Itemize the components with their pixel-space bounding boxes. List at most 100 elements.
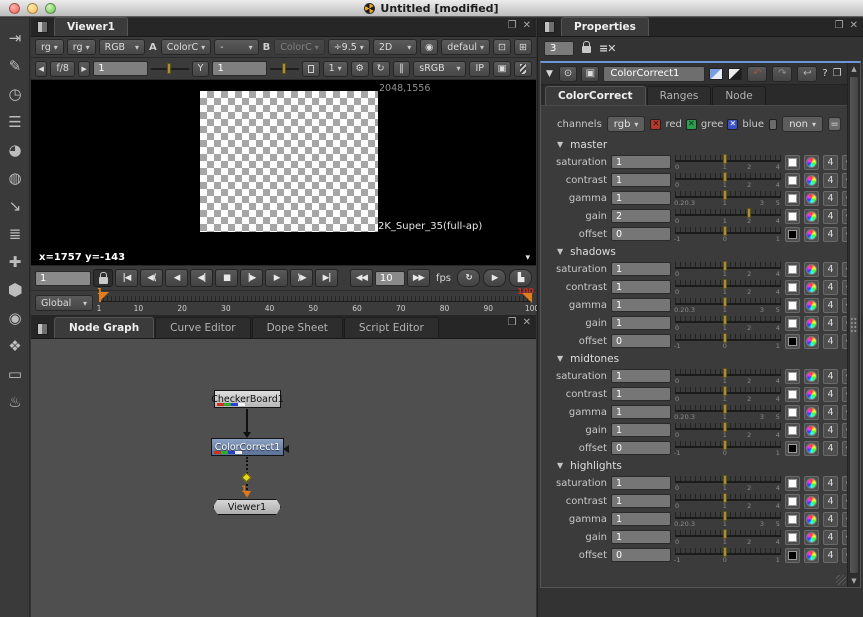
gain-color-swatch[interactable] [785,316,800,331]
playback-viewer-button[interactable]: ▶ [483,269,506,287]
gain-input[interactable]: 1 [611,530,671,544]
saturation-color-swatch[interactable] [785,262,800,277]
3d-node-icon[interactable] [0,276,30,304]
offset-color-swatch[interactable] [785,548,800,563]
range-end-marker[interactable] [522,293,532,303]
contrast-slider[interactable]: 0124 [675,386,781,403]
slider-handle[interactable] [723,279,727,289]
fps-increase-button[interactable]: ▶▶ [407,269,430,287]
pipe-hotspot-diamond[interactable] [242,473,252,483]
offset-color-wheel-icon[interactable] [804,441,819,456]
gamma-color-swatch[interactable] [785,298,800,313]
saturation-input[interactable]: 1 [611,262,671,276]
channel-link-button[interactable]: = [828,117,841,131]
contrast-color-wheel-icon[interactable] [804,387,819,402]
gain-slider[interactable]: 0124 [675,422,781,439]
slider-handle[interactable] [723,511,727,521]
lock-range-icon[interactable] [93,269,113,287]
goto-start-button[interactable]: |◀ [115,269,138,287]
scroll-up-icon[interactable]: ▲ [848,63,860,75]
contrast-slider[interactable]: 0124 [675,279,781,296]
next-aperture-button[interactable]: ▶ [78,61,90,77]
gain-color-swatch[interactable] [785,423,800,438]
contrast-expand-channels-button[interactable]: 4 [823,494,838,509]
slider-handle[interactable] [723,172,727,182]
saturation-slider[interactable]: 0124 [675,368,781,385]
viewer-gamma-slider[interactable] [270,62,298,76]
red-channel-checkbox[interactable]: ✕ [650,119,661,130]
keyer-node-icon[interactable]: ↘ [0,192,30,220]
gain-color-wheel-icon[interactable] [804,423,819,438]
gamma-expand-channels-button[interactable]: 4 [823,512,838,527]
section-header-shadows[interactable]: shadows [545,243,845,260]
saturation-color-wheel-icon[interactable] [804,262,819,277]
close-panel-icon[interactable]: ✕ [523,20,531,31]
section-header-master[interactable]: master [545,136,845,153]
merge-node-icon[interactable]: ≣ [0,220,30,248]
lock-panels-icon[interactable] [582,46,591,53]
tab-colorcorrect[interactable]: ColorCorrect [545,86,646,105]
layer-b-select[interactable]: rg [67,39,96,55]
image-node-icon[interactable]: ⇥ [0,24,30,52]
offset-color-wheel-icon[interactable] [804,548,819,563]
section-header-highlights[interactable]: highlights [545,457,845,474]
view-mode-select[interactable]: 2D [373,39,417,55]
frame-range-mode-select[interactable]: Global [35,295,93,311]
fps-input[interactable]: 10 [375,271,405,286]
monitor-node-icon[interactable]: ▣ [581,66,599,82]
slider-handle[interactable] [723,422,727,432]
gamma-slider[interactable]: 0.20.3135 [675,511,781,528]
views-node-icon[interactable]: ◉ [0,304,30,332]
color-node-icon[interactable]: ◕ [0,136,30,164]
saturation-expand-channels-button[interactable]: 4 [823,476,838,491]
slider-handle[interactable] [723,154,727,164]
saturation-color-swatch[interactable] [785,476,800,491]
offset-color-wheel-icon[interactable] [804,334,819,349]
viewer-gamma-input[interactable]: 1 [212,61,267,76]
gamma-expand-channels-button[interactable]: 4 [823,298,838,313]
viewer-lut-select[interactable]: sRGB [413,61,466,77]
filter-node-icon[interactable]: ◍ [0,164,30,192]
tab-script-editor[interactable]: Script Editor [344,317,439,338]
gamma-expand-channels-button[interactable]: 4 [823,405,838,420]
slider-handle[interactable] [723,404,727,414]
mask-input-arrow[interactable] [283,445,289,453]
draw-node-icon[interactable]: ✎ [0,52,30,80]
slider-handle[interactable] [723,493,727,503]
node-colorcorrect1[interactable]: ColorCorrect1 [211,438,284,456]
contrast-slider[interactable]: 0124 [675,172,781,189]
collapse-panel-icon[interactable]: ▼ [546,69,553,79]
saturation-color-wheel-icon[interactable] [804,155,819,170]
contrast-color-swatch[interactable] [785,387,800,402]
refresh-icon[interactable]: ↻ [372,61,390,77]
gamma-input[interactable]: 1 [611,191,671,205]
display-channels-select[interactable]: RGB [99,39,145,55]
slider-handle[interactable] [723,547,727,557]
offset-expand-channels-button[interactable]: 4 [823,227,838,242]
saturation-expand-channels-button[interactable]: 4 [823,262,838,277]
panel-color-icon[interactable] [728,68,742,80]
saturation-slider[interactable]: 0124 [675,261,781,278]
stop-button[interactable]: ■ [215,269,238,287]
proxy-grid-icon[interactable]: ⊞ [514,39,532,55]
close-all-panels-icon[interactable]: ≡✕ [599,42,615,55]
offset-color-swatch[interactable] [785,334,800,349]
blue-channel-checkbox[interactable]: ✕ [727,119,738,130]
gamma-color-wheel-icon[interactable] [804,405,819,420]
layer-a-select[interactable]: rg [35,39,64,55]
offset-input[interactable]: 0 [611,548,671,562]
step-forward-button[interactable]: |▶ [240,269,263,287]
gamma-color-wheel-icon[interactable] [804,298,819,313]
gain-input[interactable]: 2 [611,209,671,223]
offset-slider[interactable]: -101 [675,547,781,564]
contrast-color-swatch[interactable] [785,494,800,509]
gamma-input[interactable]: 1 [611,512,671,526]
slider-handle[interactable] [723,440,727,450]
offset-input[interactable]: 0 [611,334,671,348]
properties-scrollbar[interactable]: ▲ ▼ [847,63,860,587]
furnace-node-icon[interactable]: ♨ [0,388,30,416]
gamma-slider[interactable]: 0.20.3135 [675,297,781,314]
loop-mode-button[interactable]: ↻ [457,269,480,287]
tab-curve-editor[interactable]: Curve Editor [155,317,250,338]
tab-dope-sheet[interactable]: Dope Sheet [252,317,343,338]
